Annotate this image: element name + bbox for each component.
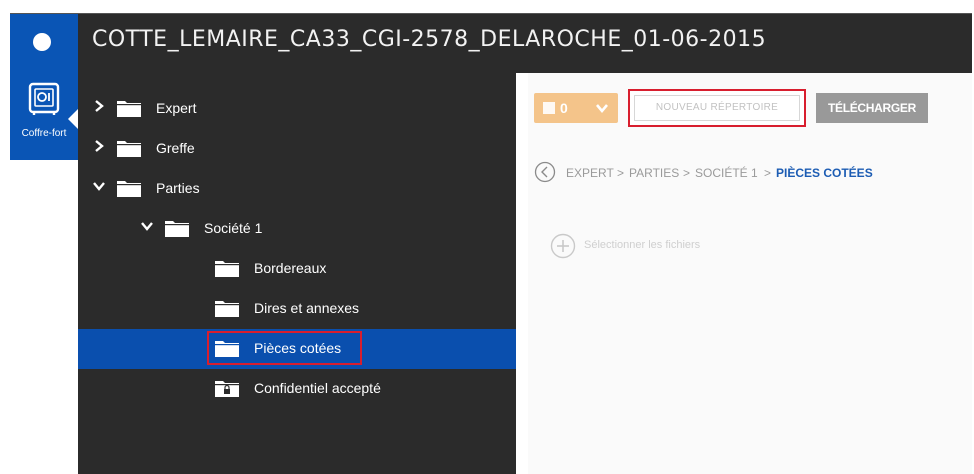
tree-node-greffe[interactable]: Greffe	[78, 129, 516, 169]
logo-icon	[33, 33, 51, 51]
add-icon	[550, 233, 576, 259]
breadcrumb-separator: >	[617, 166, 625, 180]
top-bar: COTTE_LEMAIRE_CA33_CGI-2578_DELAROCHE_01…	[10, 13, 972, 74]
app-frame: COTTE_LEMAIRE_CA33_CGI-2578_DELAROCHE_01…	[10, 13, 972, 474]
tree-node-label: Pièces cotées	[254, 340, 342, 356]
breadcrumb-current: PIÈCES COTÉES	[776, 166, 873, 180]
tree-node-confidentiel-accepte[interactable]: Confidentiel accepté	[78, 369, 516, 409]
page-title: COTTE_LEMAIRE_CA33_CGI-2578_DELAROCHE_01…	[92, 27, 767, 52]
folder-icon	[215, 301, 239, 317]
select-files-button[interactable]: Sélectionner les fichiers	[550, 233, 810, 259]
selection-count-dropdown[interactable]: 0	[534, 93, 618, 123]
download-button[interactable]: TÉLÉCHARGER	[816, 93, 928, 123]
breadcrumb-item[interactable]: EXPERT	[566, 166, 614, 180]
rail-item-label: Coffre-fort	[21, 128, 67, 139]
tree-node-pieces-cotees[interactable]: Pièces cotées	[78, 329, 516, 369]
folder-icon	[117, 101, 141, 117]
tree-node-societe-1[interactable]: Société 1	[78, 209, 516, 249]
tree-node-label: Expert	[156, 100, 197, 116]
tree-node-label: Dires et annexes	[254, 300, 360, 316]
breadcrumb: EXPERT > PARTIES > SOCIÉTÉ 1 > PIÈCES CO…	[534, 161, 964, 185]
tree-node-parties[interactable]: Parties	[78, 169, 516, 209]
folder-icon	[215, 341, 239, 357]
breadcrumb-separator: >	[764, 166, 772, 180]
select-files-label: Sélectionner les fichiers	[584, 239, 701, 251]
tree-node-label: Greffe	[156, 140, 195, 156]
chevron-down-icon[interactable]	[140, 219, 154, 233]
tree-node-label: Bordereaux	[254, 260, 327, 276]
selection-count: 0	[560, 100, 568, 116]
breadcrumb-item[interactable]: PARTIES	[629, 166, 679, 180]
app-logo[interactable]	[10, 14, 78, 74]
breadcrumb-separator: >	[683, 166, 691, 180]
tree-node-label: Confidentiel accepté	[254, 380, 381, 396]
new-folder-label: NOUVEAU RÉPERTOIRE	[634, 95, 800, 121]
folder-icon	[117, 181, 141, 197]
back-icon[interactable]	[534, 161, 556, 183]
content-panel: 0 NOUVEAU RÉPERTOIRE TÉLÉCHARGER EXPERT …	[516, 73, 972, 474]
chevron-down-icon	[596, 104, 608, 114]
breadcrumb-item[interactable]: SOCIÉTÉ 1	[695, 166, 758, 180]
tree-node-expert[interactable]: Expert	[78, 89, 516, 129]
tree-node-bordereaux[interactable]: Bordereaux	[78, 249, 516, 289]
folder-icon	[165, 221, 189, 237]
file-area: 0 NOUVEAU RÉPERTOIRE TÉLÉCHARGER EXPERT …	[528, 73, 972, 474]
left-rail: Coffre-fort	[10, 73, 78, 474]
rail-item-coffre-fort[interactable]: Coffre-fort	[10, 73, 78, 160]
chevron-down-icon[interactable]	[92, 179, 106, 193]
tree-node-label: Société 1	[204, 220, 263, 236]
chevron-right-icon[interactable]	[92, 139, 106, 153]
tree-node-dires-et-annexes[interactable]: Dires et annexes	[78, 289, 516, 329]
folder-icon	[117, 141, 141, 157]
checkbox-icon	[543, 102, 555, 114]
tree-node-label: Parties	[156, 180, 200, 196]
folder-icon	[215, 261, 239, 277]
chevron-right-icon[interactable]	[92, 99, 106, 113]
new-folder-button[interactable]: NOUVEAU RÉPERTOIRE	[628, 89, 806, 127]
active-indicator	[68, 109, 78, 129]
safe-icon	[28, 82, 60, 115]
folder-tree: Expert Greffe Parties Société 1 Borderea…	[78, 73, 516, 474]
locked-folder-icon	[215, 381, 239, 397]
